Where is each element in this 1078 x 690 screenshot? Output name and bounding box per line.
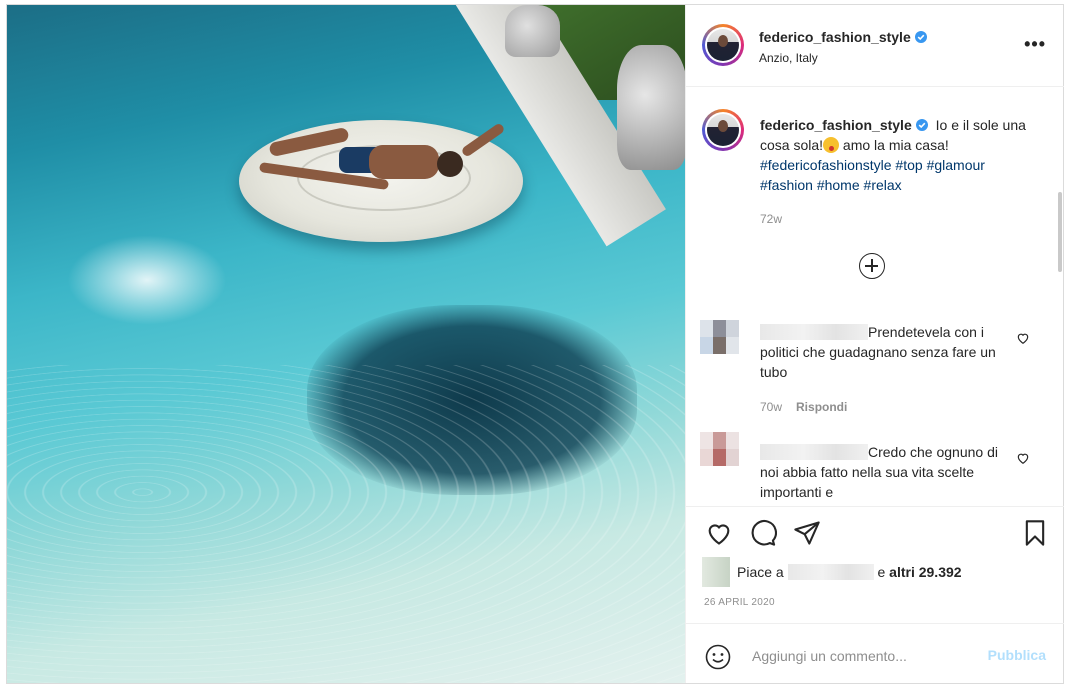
hashtag-link[interactable]: #federicofashionstyle [760,157,892,173]
post-card: federico_fashion_style Anzio, Italy ••• … [6,4,1064,684]
scrollbar[interactable] [1058,192,1062,272]
caption-timestamp[interactable]: 72w [760,212,782,226]
avatar[interactable] [702,24,744,66]
comment-text: Credo che ognuno di noi abbia fatto nell… [760,444,998,500]
post-header: federico_fashion_style Anzio, Italy ••• [686,5,1064,87]
hashtag-link[interactable]: #glamour [927,157,985,173]
heart-icon[interactable] [1016,331,1030,345]
blurred-username[interactable] [787,564,874,580]
location[interactable]: Anzio, Italy [759,51,818,65]
emoji-tongue-icon [823,137,840,153]
hashtag-link[interactable]: #relax [864,177,902,193]
statue [617,45,685,170]
avatar[interactable] [700,320,740,354]
verified-badge-icon [914,31,927,43]
reply-button[interactable]: Rispondi [796,400,847,414]
comment-icon[interactable] [749,519,777,547]
comments-area: federico_fashion_style Io e il sole una … [686,87,1064,505]
hashtag-link[interactable]: #fashion [760,177,813,193]
hashtag-link[interactable]: #top [895,157,922,173]
hashtag-link[interactable]: #home [817,177,860,193]
water-ripples [7,365,685,683]
username[interactable]: federico_fashion_style [759,29,911,45]
verified-badge-icon [915,119,928,131]
comment-time[interactable]: 70w [760,400,782,414]
caption-username[interactable]: federico_fashion_style [760,117,928,133]
comment-meta: 70w Rispondi [760,400,847,414]
post-actions: Piace a e altri 29.392 26 APRIL 2020 Pub… [686,506,1064,684]
smiley-icon[interactable] [705,644,731,670]
post-photo[interactable] [7,5,685,683]
bookmark-icon[interactable] [1021,519,1049,547]
avatar[interactable] [700,432,740,466]
heart-icon[interactable] [1016,451,1030,465]
header-username-row[interactable]: federico_fashion_style [759,29,927,45]
comment-text: Prendetevela con i politici che guadagna… [760,324,996,380]
more-options-icon[interactable]: ••• [1024,35,1046,53]
post-date[interactable]: 26 APRIL 2020 [704,597,775,608]
publish-button[interactable]: Pubblica [988,647,1046,663]
heart-icon[interactable] [705,519,733,547]
blurred-username[interactable] [760,444,868,460]
statue [505,5,560,57]
load-more-plus-icon[interactable] [859,253,885,279]
add-comment-bar: Pubblica [686,623,1064,685]
blurred-username[interactable] [760,324,868,340]
post-side-panel: federico_fashion_style Anzio, Italy ••• … [685,5,1064,683]
comment-input[interactable] [750,643,974,669]
likes-count[interactable]: altri 29.392 [889,564,961,580]
person [258,122,509,190]
caption: federico_fashion_style Io e il sole una … [760,115,1040,195]
sun-glare [67,235,227,325]
avatar[interactable] [702,557,730,587]
avatar[interactable] [702,109,744,151]
caption-text-2: amo la mia casa! [839,137,949,153]
likes-text[interactable]: Piace a e altri 29.392 [737,564,962,580]
share-icon[interactable] [793,519,821,547]
